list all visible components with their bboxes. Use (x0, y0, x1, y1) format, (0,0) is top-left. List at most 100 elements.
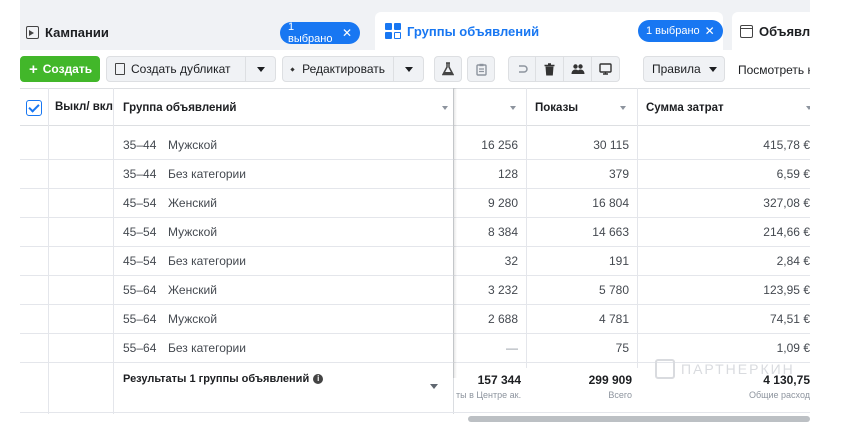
tab-ads-label: Объявле (759, 23, 810, 39)
edit-label: Редактировать (302, 62, 385, 76)
audience-button[interactable] (564, 56, 592, 82)
tab-bar: Кампании 1 выбрано ✕ Группы объявлений 1… (20, 0, 810, 50)
undo-button[interactable] (508, 56, 536, 82)
header-adset-sort[interactable] (442, 89, 452, 126)
results-cell: 128 (497, 167, 518, 181)
info-icon[interactable]: i (313, 374, 324, 384)
spend-cell: 1,09 € (776, 341, 810, 355)
preview-button[interactable] (592, 56, 620, 82)
flask-icon (442, 62, 454, 76)
table-row[interactable]: 55–64 Женский 3 232 5 780 123,95 € (20, 276, 810, 305)
campaigns-selected-badge[interactable]: 1 выбрано ✕ (280, 21, 360, 45)
view-link[interactable]: Посмотреть на (738, 63, 810, 77)
gender-cell: Без категории (168, 254, 246, 268)
table-row[interactable]: 45–54 Без категории 32 191 2,84 € (20, 247, 810, 276)
gender-cell: Мужской (168, 138, 218, 152)
totals-results: 157 344 ты в Центре ак... (456, 373, 521, 400)
results-cell: 9 280 (487, 196, 518, 210)
impressions-cell: 4 781 (598, 312, 629, 326)
totals-results-sub: ты в Центре ак... (456, 390, 521, 400)
chevron-down-icon (404, 66, 413, 72)
preview-icon (599, 63, 612, 75)
duplicate-icon (112, 60, 125, 75)
table-row[interactable]: 35–44 Без категории 128 379 6,59 € (20, 160, 810, 189)
pencil-icon (290, 66, 295, 72)
totals-spend-sub: Общие расход (748, 390, 810, 400)
table-row[interactable]: 35–44 Мужской 16 256 30 115 415,78 € (20, 131, 810, 160)
header-impressions-sort[interactable] (620, 89, 630, 126)
create-label: Создать (42, 62, 93, 76)
table-row[interactable]: 55–64 Мужской 2 688 4 781 74,51 € (20, 305, 810, 334)
spend-cell: 415,78 € (763, 138, 810, 152)
tab-campaigns[interactable]: Кампании 1 выбрано ✕ (20, 14, 360, 50)
table-row[interactable]: 45–54 Мужской 8 384 14 663 214,66 € (20, 218, 810, 247)
sort-icon (442, 105, 448, 110)
age-cell: 55–64 (123, 283, 157, 297)
totals-label-wrap: Результаты 1 группы объявлений i (123, 371, 324, 387)
duplicate-label: Создать дубликат (131, 62, 231, 76)
table-row[interactable]: 45–54 Женский 9 280 16 804 327,08 € (20, 189, 810, 218)
close-icon[interactable]: ✕ (342, 26, 352, 40)
header-spend-sort[interactable] (806, 89, 810, 126)
spend-cell: 2,84 € (776, 254, 810, 268)
tab-adsets[interactable]: Группы объявлений 1 выбрано ✕ (375, 12, 723, 50)
watermark-text: ПАРТНЕРКИН (681, 361, 795, 377)
duplicate-button[interactable]: Создать дубликат (106, 56, 246, 82)
totals-dropdown[interactable] (430, 381, 438, 391)
impressions-cell: 75 (615, 341, 629, 355)
tab-campaigns-label: Кампании (45, 24, 109, 40)
header-adset[interactable]: Группа объявлений (123, 89, 413, 126)
plus-icon: + (29, 60, 38, 78)
chevron-down-icon (430, 383, 438, 389)
header-impressions[interactable]: Показы (535, 89, 625, 126)
age-cell: 35–44 (123, 167, 157, 181)
header-results-sort[interactable] (510, 89, 520, 126)
watermark-logo (655, 359, 675, 379)
close-icon[interactable]: ✕ (705, 24, 715, 38)
impressions-cell: 16 804 (592, 196, 629, 210)
impressions-cell: 5 780 (598, 283, 629, 297)
delete-button[interactable] (536, 56, 564, 82)
adset-grid-icon (385, 23, 401, 39)
trash-icon (544, 62, 555, 75)
age-cell: 35–44 (123, 138, 157, 152)
adsets-selected-badge[interactable]: 1 выбрано ✕ (638, 20, 723, 42)
column-shadow (453, 88, 457, 378)
edit-dropdown-button[interactable] (394, 56, 424, 82)
tab-ads[interactable]: Объявле (732, 12, 810, 50)
table-header: Выкл/ вкл Группа объявлений Показы Сумма… (20, 88, 810, 126)
ab-test-button[interactable] (434, 56, 462, 82)
chevron-down-icon (708, 66, 717, 72)
ads-manager: Кампании 1 выбрано ✕ Группы объявлений 1… (20, 0, 810, 443)
badge-text: 1 выбрано (646, 25, 700, 37)
duplicate-dropdown-button[interactable] (246, 56, 276, 82)
spend-cell: 214,66 € (763, 225, 810, 239)
select-all-checkbox[interactable] (26, 99, 42, 116)
rules-button[interactable]: Правила (643, 56, 725, 82)
select-all-cell[interactable] (24, 89, 44, 126)
age-cell: 45–54 (123, 225, 157, 239)
gender-cell: Женский (168, 196, 217, 210)
badge-text: 1 выбрано (288, 21, 333, 45)
totals-impressions: 299 909 Всего (535, 373, 632, 400)
results-cell: 8 384 (487, 225, 518, 239)
sort-icon (510, 105, 516, 110)
rules-label: Правила (652, 62, 701, 76)
gender-cell: Без категории (168, 167, 246, 181)
header-spend[interactable]: Сумма затрат (646, 89, 766, 126)
gender-cell: Женский (168, 283, 217, 297)
age-cell: 45–54 (123, 196, 157, 210)
gender-cell: Без категории (168, 341, 246, 355)
create-button[interactable]: + Создать (20, 56, 100, 82)
horizontal-scrollbar[interactable] (468, 416, 810, 422)
toolbar: + Создать Создать дубликат Редактировать (20, 50, 810, 88)
clipboard-button[interactable] (467, 56, 495, 82)
totals-label: Результаты 1 группы объявлений (123, 373, 310, 385)
chevron-down-icon (256, 66, 265, 72)
totals-impressions-sub: Всего (608, 390, 632, 400)
spend-cell: 74,51 € (769, 312, 810, 326)
impressions-cell: 30 115 (593, 138, 629, 152)
edit-button[interactable]: Редактировать (282, 56, 394, 82)
impressions-cell: 379 (608, 167, 629, 181)
header-toggle[interactable]: Выкл/ вкл (55, 89, 115, 126)
